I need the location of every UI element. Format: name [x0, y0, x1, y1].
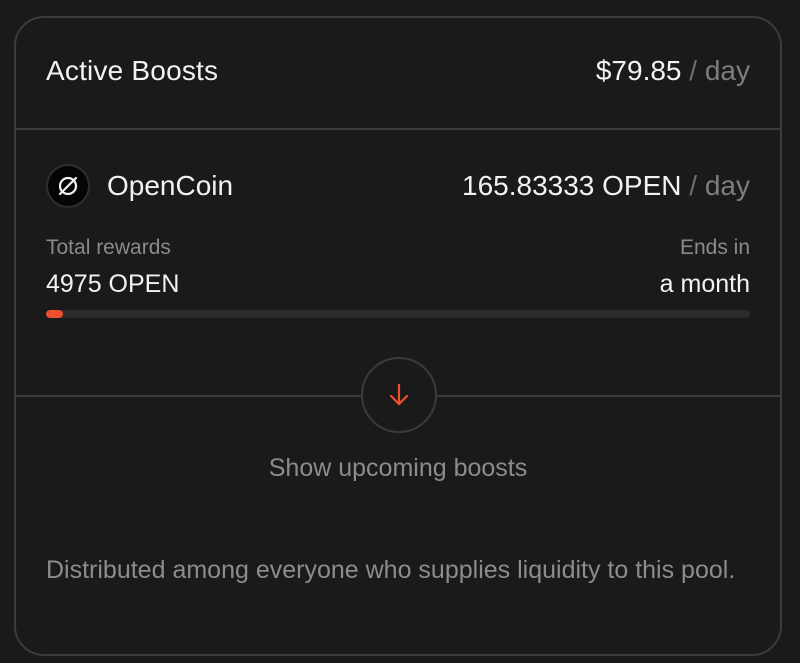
ends-in-label: Ends in — [679, 236, 750, 259]
rate-separator: / — [689, 170, 698, 201]
rate-separator: / — [689, 55, 698, 86]
total-rewards-value: 4975 OPEN — [46, 270, 180, 298]
ends-in-value: a month — [659, 270, 750, 298]
rate-unit: day — [704, 55, 750, 86]
active-boosts-card: Active Boosts $79.85 / day OpenCoin 165.… — [14, 16, 782, 656]
total-daily-rate: $79.85 / day — [596, 55, 750, 87]
token-daily-rate-value: 165.83333 OPEN — [462, 170, 682, 201]
total-rewards-label: Total rewards — [46, 236, 171, 259]
boost-progress-fill — [46, 310, 63, 318]
token-name: OpenCoin — [107, 170, 234, 201]
opencoin-logo-icon — [46, 164, 90, 208]
boost-token-row: OpenCoin 165.83333 OPEN / day — [46, 164, 750, 208]
boost-stats: Total rewards 4975 OPEN Ends in a month — [46, 236, 750, 300]
boost-progress-bar — [46, 310, 750, 318]
token-daily-rate: 165.83333 OPEN / day — [462, 170, 750, 202]
card-header: Active Boosts $79.85 / day — [16, 18, 780, 130]
card-title: Active Boosts — [46, 55, 219, 86]
rate-unit: day — [704, 170, 750, 201]
show-upcoming-boosts-link[interactable]: Show upcoming boosts — [16, 454, 780, 483]
distribution-note: Distributed among everyone who supplies … — [46, 556, 736, 584]
show-upcoming-boosts-button[interactable] — [361, 357, 437, 433]
arrow-down-icon — [389, 383, 409, 406]
total-daily-rate-value: $79.85 — [595, 55, 682, 86]
